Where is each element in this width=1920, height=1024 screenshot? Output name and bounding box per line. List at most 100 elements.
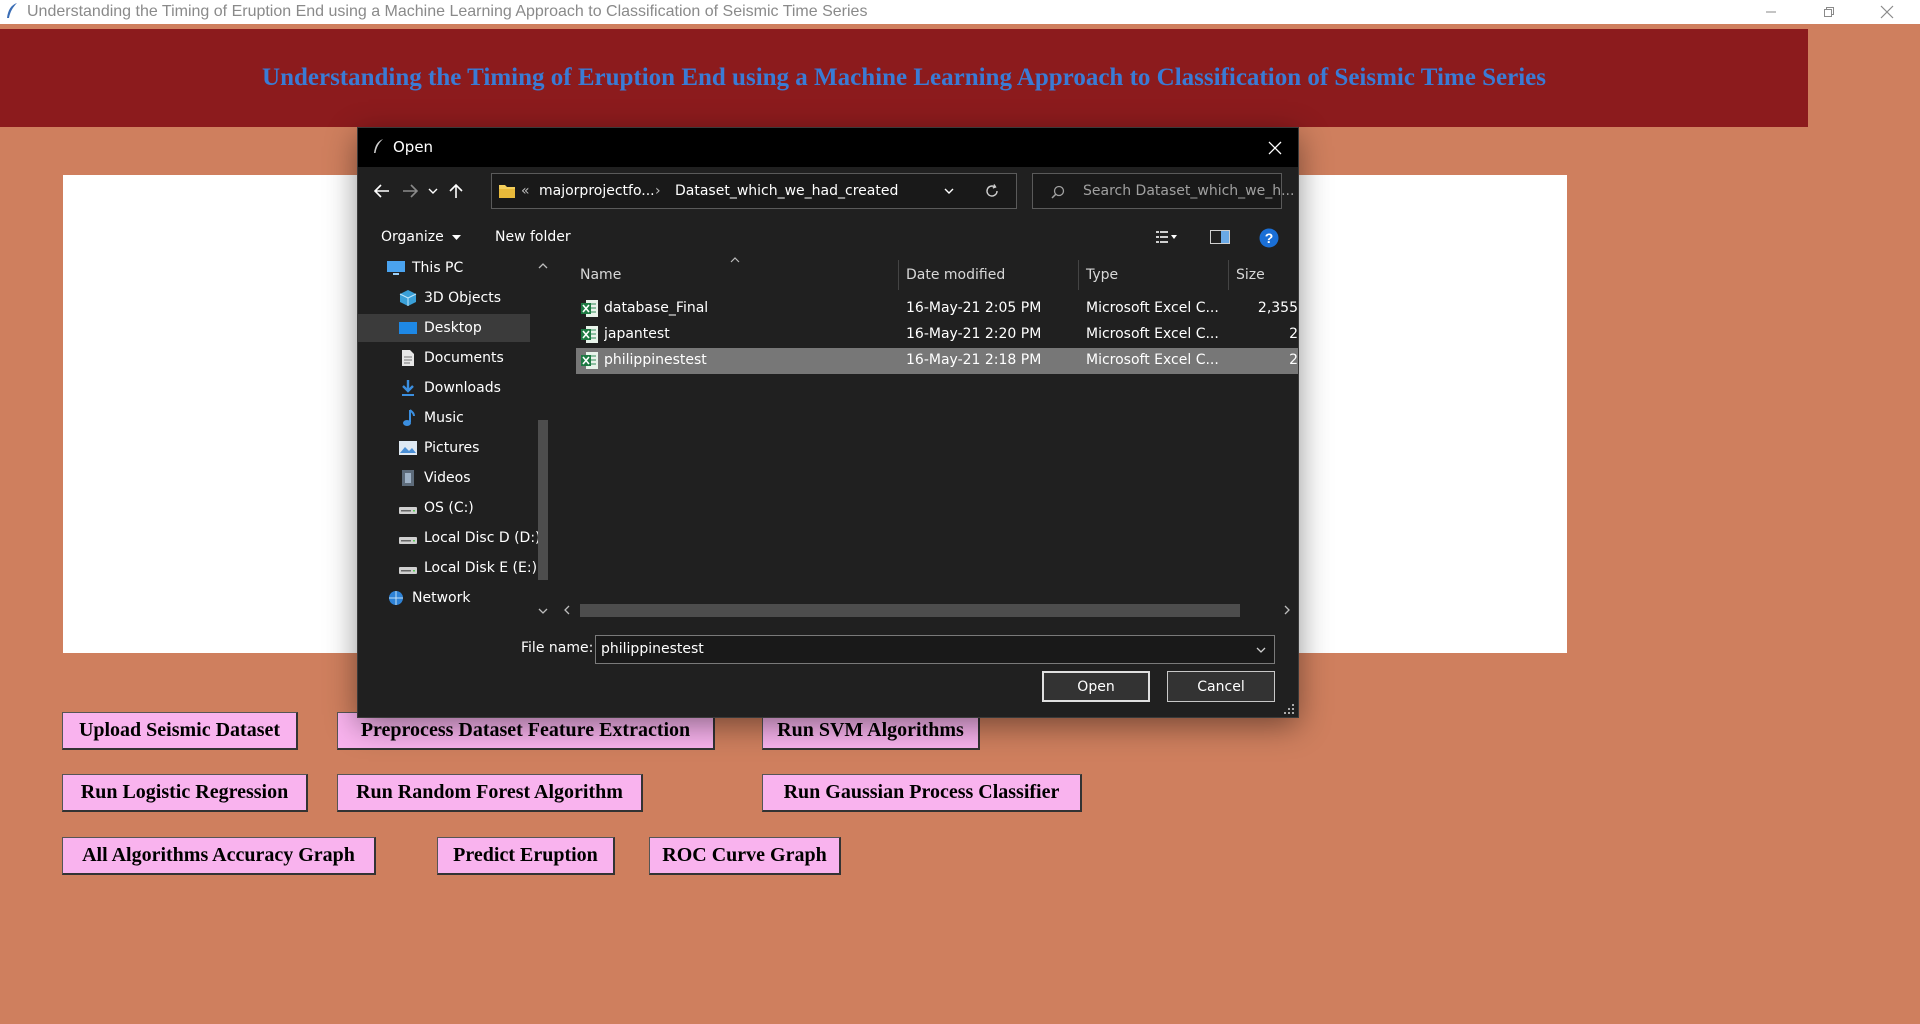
nav-item-label: OS (C:) — [424, 500, 474, 516]
nav-item-label: Local Disk E (E:) — [424, 560, 538, 576]
download-icon — [398, 379, 418, 397]
music-icon — [398, 409, 418, 427]
run-gaussian-process-button[interactable]: Run Gaussian Process Classifier — [762, 774, 1082, 812]
video-icon — [398, 469, 418, 487]
column-header-size[interactable]: Size — [1236, 267, 1265, 283]
file-type-cell: Microsoft Excel C... — [1086, 300, 1219, 316]
run-svm-button[interactable]: Run SVM Algorithms — [762, 712, 980, 750]
refresh-icon[interactable] — [985, 184, 999, 198]
minimize-button[interactable] — [1742, 0, 1800, 24]
nav-scroll-thumb[interactable] — [538, 420, 548, 580]
column-header-date[interactable]: Date modified — [906, 267, 1005, 283]
address-bar[interactable]: « majorprojectfo... › Dataset_which_we_h… — [491, 173, 1017, 209]
app-titlebar: Understanding the Timing of Eruption End… — [0, 0, 1920, 24]
nav-item-local-disc-d-d[interactable]: Local Disc D (D:) — [358, 524, 541, 552]
nav-item-pictures[interactable]: Pictures — [358, 434, 530, 462]
arrow-right-icon — [403, 184, 418, 198]
tk-feather-icon — [374, 139, 383, 153]
file-name-label: File name: — [521, 640, 594, 656]
chevron-down-icon[interactable] — [944, 188, 954, 194]
file-type-cell: Microsoft Excel C... — [1086, 326, 1219, 342]
predict-eruption-button[interactable]: Predict Eruption — [437, 837, 615, 875]
column-header-name[interactable]: Name — [580, 267, 621, 283]
search-input[interactable]: Search Dataset_which_we_h... — [1032, 173, 1294, 209]
file-list-scrollbar[interactable] — [558, 599, 1298, 619]
nav-scrollbar[interactable] — [534, 255, 552, 620]
restore-button[interactable] — [1800, 0, 1858, 24]
nav-item-downloads[interactable]: Downloads — [358, 374, 530, 402]
file-row[interactable]: philippinestest 16-May-21 2:18 PM Microsof… — [576, 348, 1298, 374]
preprocess-button[interactable]: Preprocess Dataset Feature Extraction — [337, 712, 715, 750]
nav-item-documents[interactable]: Documents — [358, 344, 530, 372]
resize-grip-icon[interactable] — [1283, 703, 1295, 715]
network-icon — [386, 589, 406, 607]
upload-dataset-button[interactable]: Upload Seismic Dataset — [62, 712, 298, 750]
desktop-icon — [398, 319, 418, 337]
file-date-cell: 16-May-21 2:18 PM — [906, 352, 1042, 368]
new-folder-button[interactable]: New folder — [495, 229, 571, 245]
file-list-scroll-thumb[interactable] — [580, 604, 1240, 617]
preview-pane-button[interactable] — [1209, 227, 1231, 247]
chevron-down-icon[interactable] — [538, 608, 548, 614]
nav-item-3d-objects[interactable]: 3D Objects — [358, 284, 530, 312]
folder-icon — [499, 185, 515, 198]
header-band: Understanding the Timing of Eruption End… — [0, 29, 1808, 127]
dialog-close-button[interactable] — [1252, 128, 1298, 167]
column-separator[interactable] — [1228, 260, 1229, 290]
column-separator[interactable] — [898, 260, 899, 290]
nav-item-os-c[interactable]: OS (C:) — [358, 494, 530, 522]
nav-item-label: 3D Objects — [424, 290, 502, 306]
file-name-value: philippinestest — [601, 641, 704, 657]
file-row[interactable]: japantest 16-May-21 2:20 PM Microsoft Exce… — [576, 322, 1298, 348]
chevron-down-icon — [428, 188, 438, 194]
file-name-field[interactable]: philippinestest — [595, 635, 1275, 664]
nav-item-this-pc[interactable]: This PC — [358, 255, 530, 282]
pc-icon — [386, 259, 406, 277]
dialog-titlebar: Open — [358, 128, 1298, 167]
breadcrumb-overflow[interactable]: « — [521, 183, 530, 199]
chevron-down-icon[interactable] — [1256, 647, 1266, 653]
help-button[interactable]: ? — [1258, 227, 1280, 249]
file-date-cell: 16-May-21 2:05 PM — [906, 300, 1042, 316]
run-random-forest-button[interactable]: Run Random Forest Algorithm — [337, 774, 643, 812]
nav-item-network[interactable]: Network — [358, 584, 530, 612]
nav-item-music[interactable]: Music — [358, 404, 530, 432]
file-type-cell: Microsoft Excel C... — [1086, 352, 1219, 368]
up-button[interactable] — [444, 179, 468, 203]
help-icon: ? — [1259, 228, 1279, 248]
chevron-up-icon[interactable] — [538, 263, 548, 269]
nav-item-label: Desktop — [424, 320, 482, 336]
arrow-up-icon — [449, 183, 463, 198]
accuracy-graph-button[interactable]: All Algorithms Accuracy Graph — [62, 837, 376, 875]
forward-button[interactable] — [398, 179, 422, 203]
recent-locations-button[interactable] — [424, 181, 442, 201]
drive-icon — [398, 559, 418, 577]
nav-item-label: Network — [412, 590, 471, 606]
nav-item-desktop[interactable]: Desktop — [358, 314, 530, 342]
drive-icon — [398, 529, 418, 547]
nav-item-videos[interactable]: Videos — [358, 464, 530, 492]
cancel-button[interactable]: Cancel — [1167, 671, 1275, 702]
excel-file-icon — [580, 351, 599, 370]
open-button[interactable]: Open — [1042, 671, 1150, 702]
file-size-cell: 2 — [1289, 326, 1298, 342]
nav-item-local-disk-e-e[interactable]: Local Disk E (E:) — [358, 554, 537, 582]
file-row[interactable]: database_Final 16-May-21 2:05 PM Microsoft… — [576, 296, 1298, 322]
organize-label: Organize — [381, 229, 444, 245]
breadcrumb-current[interactable]: Dataset_which_we_had_created — [675, 183, 898, 199]
sort-ascending-icon — [730, 257, 740, 263]
close-window-button[interactable] — [1858, 0, 1916, 24]
search-placeholder: Search Dataset_which_we_h... — [1083, 183, 1295, 199]
back-button[interactable] — [370, 179, 394, 203]
roc-curve-button[interactable]: ROC Curve Graph — [649, 837, 841, 875]
column-separator[interactable] — [1078, 260, 1079, 290]
change-view-button[interactable] — [1144, 227, 1190, 247]
caret-down-icon — [452, 234, 462, 240]
chevron-right-icon[interactable] — [1284, 605, 1290, 615]
file-name-cell: database_Final — [604, 300, 709, 316]
chevron-left-icon[interactable] — [564, 605, 570, 615]
column-header-type[interactable]: Type — [1086, 267, 1118, 283]
run-logistic-regression-button[interactable]: Run Logistic Regression — [62, 774, 308, 812]
organize-menu[interactable]: Organize — [381, 229, 462, 245]
breadcrumb-parent[interactable]: majorprojectfo... — [539, 183, 655, 199]
